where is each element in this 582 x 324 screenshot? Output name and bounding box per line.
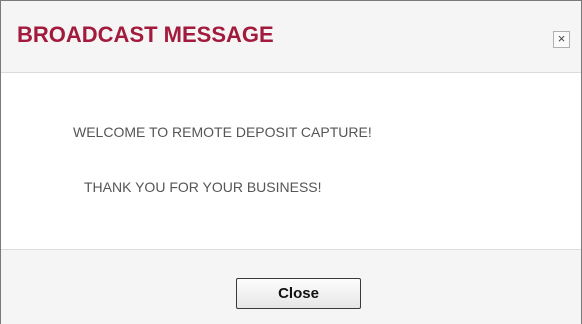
welcome-message: WELCOME TO REMOTE DEPOSIT CAPTURE! [73,124,372,140]
dialog-body: WELCOME TO REMOTE DEPOSIT CAPTURE! THANK… [1,73,581,249]
thank-you-message: THANK YOU FOR YOUR BUSINESS! [84,179,322,195]
dialog-header: BROADCAST MESSAGE × [1,1,581,73]
broadcast-message-dialog: BROADCAST MESSAGE × WELCOME TO REMOTE DE… [0,0,582,324]
close-button[interactable]: Close [236,278,361,309]
dialog-title: BROADCAST MESSAGE [17,22,274,47]
close-icon[interactable]: × [553,31,570,48]
dialog-footer: Close [1,249,581,324]
